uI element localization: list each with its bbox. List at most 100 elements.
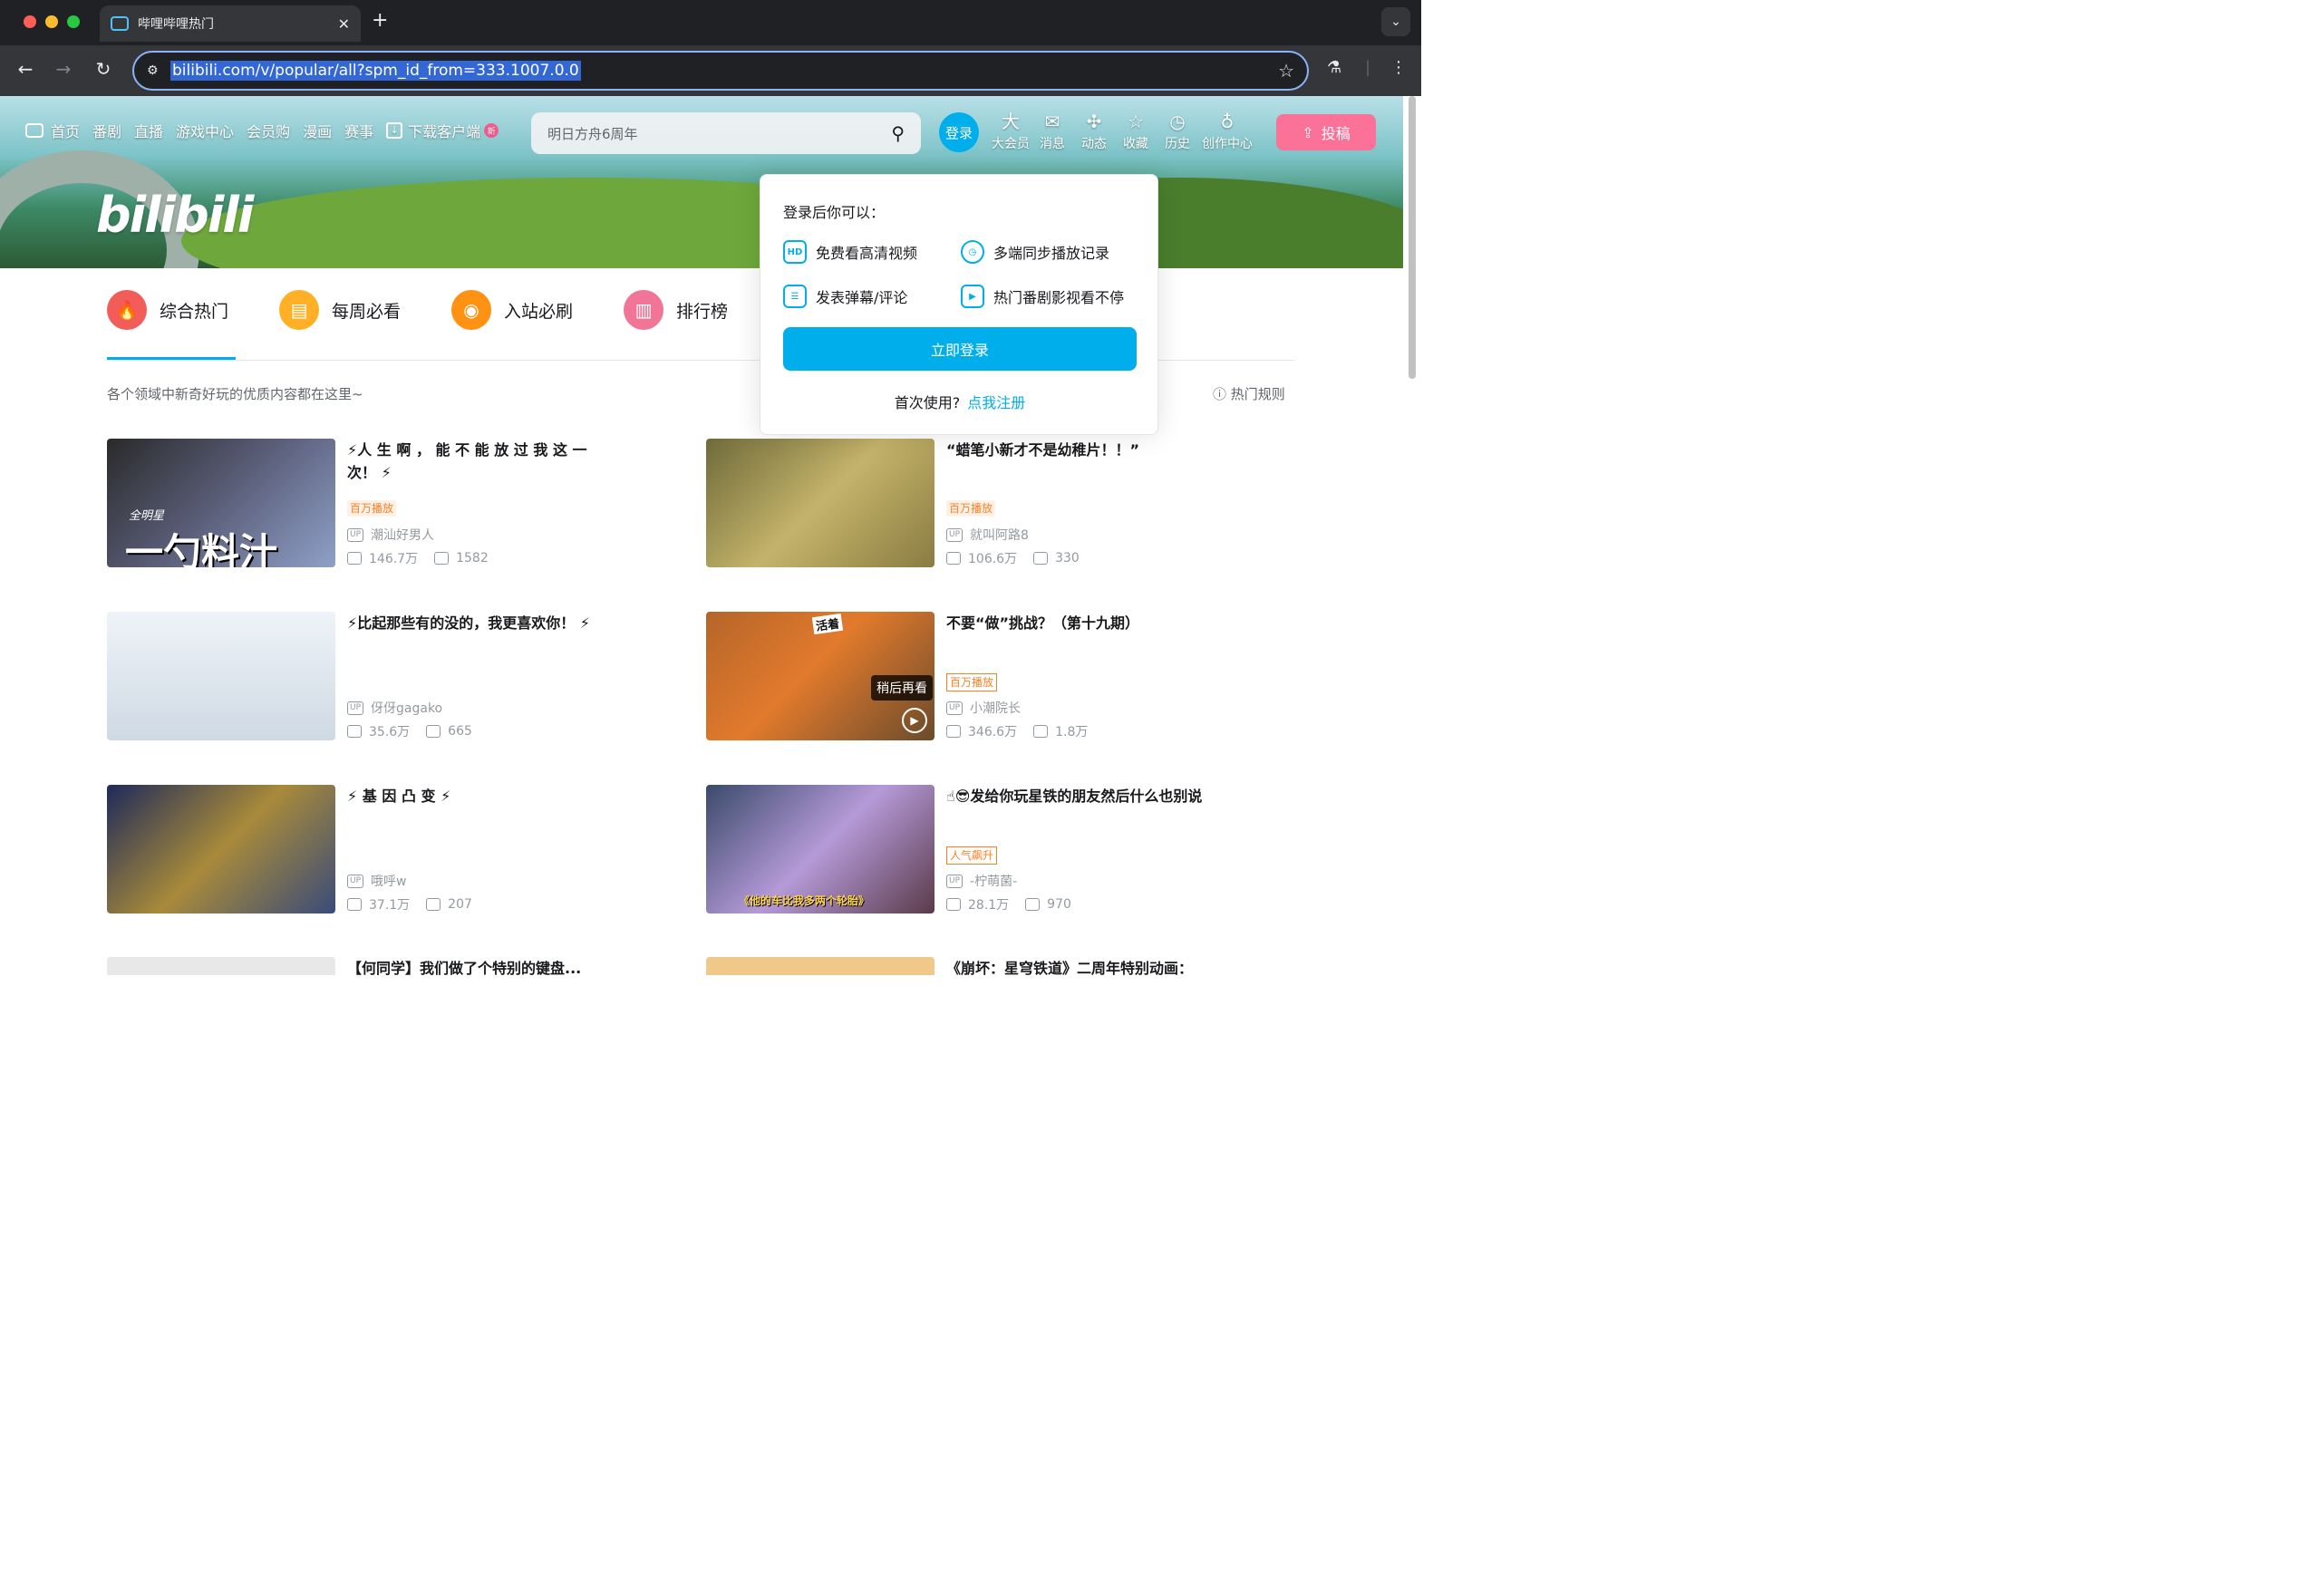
popular-rules-link[interactable]: ⓘ 热门规则 (1213, 384, 1285, 403)
search-input[interactable]: 明日方舟6周年 ⚲ (531, 112, 921, 154)
play-icon: ▶ (961, 285, 984, 308)
play-icon (946, 898, 961, 911)
close-window-button[interactable] (24, 15, 36, 28)
uploader[interactable]: UP 小潮院长 (946, 699, 1021, 717)
tab-must-watch-label: 入站必刷 (504, 301, 574, 322)
uploader[interactable]: UP -柠萌菌- (946, 872, 1017, 890)
popover-heading: 登录后你可以： (783, 204, 886, 221)
back-button[interactable]: ← (13, 58, 38, 80)
reload-button[interactable]: ↻ (91, 58, 116, 80)
nav-game-center[interactable]: 游戏中心 (176, 120, 234, 141)
video-card[interactable]: 《他的车比我多两个轮胎》 ☝😎发给你玩星铁的朋友然后什么也别说 人气飙升 UP -… (706, 785, 1268, 914)
tab-must-watch[interactable]: ◉ 入站必刷 (451, 290, 573, 330)
nav-home[interactable]: 首页 (25, 120, 80, 141)
video-title[interactable]: 不要“做”挑战？（第十九期） (946, 612, 1209, 634)
nav-favorites[interactable]: ☆ 收藏 (1115, 111, 1157, 152)
uploader[interactable]: UP 伢伢gagako (347, 699, 442, 717)
video-title[interactable]: 《崩坏：星穹铁道》二周年特别动画： (946, 957, 1209, 975)
video-thumbnail[interactable] (107, 612, 335, 740)
page-scrollbar[interactable] (1409, 96, 1416, 379)
close-tab-icon[interactable]: ✕ (338, 15, 350, 33)
video-thumbnail[interactable] (706, 439, 934, 567)
labs-flask-icon[interactable]: ⚗ (1327, 58, 1341, 77)
upload-button[interactable]: ⇪ 投稿 (1276, 114, 1376, 150)
tab-popular[interactable]: 🔥 综合热门 (107, 290, 228, 330)
bookmark-star-icon[interactable]: ☆ (1278, 60, 1294, 82)
browser-menu-icon[interactable]: ⋮ (1390, 58, 1407, 77)
maximize-window-button[interactable] (67, 15, 80, 28)
search-placeholder: 明日方舟6周年 (547, 125, 638, 142)
login-now-button[interactable]: 立即登录 (783, 327, 1137, 371)
views-badge: 百万播放 (946, 500, 996, 517)
bilibili-logo[interactable]: bilibili (96, 187, 254, 244)
uploader-name: 就叫阿路8 (970, 528, 1029, 543)
rules-label: 热门规则 (1230, 386, 1285, 402)
nav-creator-label: 创作中心 (1202, 137, 1253, 151)
nav-creator-center[interactable]: ♁ 创作中心 (1198, 111, 1256, 152)
video-card[interactable]: 【何同学】我们做了个特别的键盘... (107, 957, 669, 975)
video-title[interactable]: ⚡ 基 因 凸 变 ⚡ (347, 785, 610, 807)
forward-button[interactable]: → (51, 58, 76, 80)
video-card[interactable]: ⚡比起那些有的没的，我更喜欢你！ ⚡ UP 伢伢gagako 35.6万 665 (107, 612, 669, 740)
video-thumbnail[interactable] (107, 957, 335, 975)
uploader[interactable]: UP 就叫阿路8 (946, 526, 1029, 544)
play-icon (946, 725, 961, 738)
video-thumbnail[interactable]: 活着 稍后再看 ▶ (706, 612, 934, 740)
video-thumbnail[interactable]: 全明星 一勺料汁 (107, 439, 335, 567)
nav-dynamic[interactable]: ✣ 动态 (1073, 111, 1115, 152)
video-title[interactable]: ⚡比起那些有的没的，我更喜欢你！ ⚡ (347, 612, 619, 634)
tab-ranking[interactable]: ▥ 排行榜 (624, 290, 728, 330)
address-bar[interactable]: ⚙ bilibili.com/v/popular/all?spm_id_from… (132, 51, 1309, 91)
watch-later-icon[interactable]: ▶ (902, 708, 927, 733)
nav-download-client[interactable]: ↓ 下载客户端新 (386, 120, 499, 141)
new-tab-button[interactable]: + (372, 9, 388, 32)
video-thumbnail[interactable] (107, 785, 335, 914)
url-text[interactable]: bilibili.com/v/popular/all?spm_id_from=3… (170, 61, 581, 81)
uploader-name: -柠萌菌- (970, 875, 1018, 889)
nav-favorites-label: 收藏 (1123, 137, 1148, 151)
video-card[interactable]: 全明星 一勺料汁 ⚡人 生 啊 ， 能 不 能 放 过 我 这 一 次！ ⚡ 百… (107, 439, 669, 567)
clock-icon: ◷ (961, 240, 984, 264)
nav-live[interactable]: 直播 (134, 120, 163, 141)
page-subtitle: 各个领域中新奇好玩的优质内容都在这里~ (107, 386, 363, 402)
video-card[interactable]: 活着 稍后再看 ▶ 不要“做”挑战？（第十九期） 百万播放 UP 小潮院长 346… (706, 612, 1268, 740)
nav-history[interactable]: ◷ 历史 (1157, 111, 1198, 152)
uploader[interactable]: UP 哦呼w (347, 872, 406, 890)
nav-vip[interactable]: 大大会员 (990, 111, 1031, 152)
search-icon[interactable]: ⚲ (891, 122, 905, 144)
video-title[interactable]: ☝😎发给你玩星铁的朋友然后什么也别说 (946, 785, 1209, 807)
login-avatar-button[interactable]: 登录 (939, 112, 979, 152)
site-info-icon[interactable]: ⚙ (147, 63, 170, 78)
view-count: 346.6万 (968, 725, 1018, 740)
minimize-window-button[interactable] (45, 15, 58, 28)
thumb-caption: 一勺料汁 (125, 530, 278, 567)
nav-anime[interactable]: 番剧 (92, 120, 121, 141)
danmaku-icon (1025, 898, 1041, 911)
nav-manga[interactable]: 漫画 (303, 120, 332, 141)
tab-weekly[interactable]: ▤ 每周必看 (279, 290, 401, 330)
uploader[interactable]: UP 潮汕好男人 (347, 526, 434, 544)
video-title[interactable]: 【何同学】我们做了个特别的键盘... (347, 957, 610, 975)
top-nav: 首页 番剧 直播 游戏中心 会员购 漫画 赛事 ↓ 下载客户端新 (25, 120, 511, 141)
video-card[interactable]: “蜡笔小新才不是幼稚片！！” 百万播放 UP 就叫阿路8 106.6万 330 (706, 439, 1268, 567)
video-card[interactable]: ⚡ 基 因 凸 变 ⚡ UP 哦呼w 37.1万 207 (107, 785, 669, 914)
info-icon: ⓘ (1213, 386, 1231, 402)
upload-label: 投稿 (1321, 125, 1351, 142)
video-card[interactable]: 《崩坏：星穹铁道》二周年特别动画： (706, 957, 1268, 975)
browser-tab[interactable]: 哔哩哔哩热门 ✕ (100, 5, 361, 42)
view-count: 146.7万 (369, 552, 419, 566)
view-count: 28.1万 (968, 898, 1010, 913)
video-title[interactable]: “蜡笔小新才不是幼稚片！！” (946, 439, 1209, 461)
register-link[interactable]: 点我注册 (967, 394, 1025, 411)
danmaku-count: 330 (1055, 551, 1080, 566)
video-thumbnail[interactable] (706, 957, 934, 975)
nav-mall[interactable]: 会员购 (247, 120, 290, 141)
feature-comment: ☰ 发表弹幕/评论 (783, 285, 907, 308)
nav-esports[interactable]: 赛事 (344, 120, 373, 141)
tab-search-button[interactable]: ⌄ (1381, 7, 1410, 36)
video-thumbnail[interactable]: 《他的车比我多两个轮胎》 (706, 785, 934, 914)
nav-messages[interactable]: ✉ 消息 (1031, 111, 1073, 152)
play-icon (946, 552, 961, 565)
danmaku-count: 1.8万 (1055, 725, 1089, 740)
video-title[interactable]: ⚡人 生 啊 ， 能 不 能 放 过 我 这 一 次！ ⚡ (347, 439, 610, 484)
